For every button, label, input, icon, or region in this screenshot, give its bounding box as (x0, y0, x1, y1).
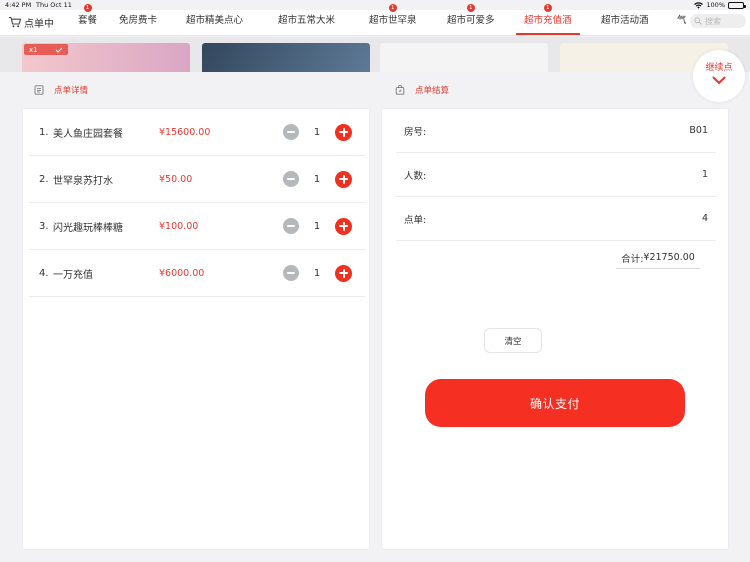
tab-label: 套餐 (78, 15, 98, 26)
item-name: 一万充值 (53, 269, 93, 281)
tab-cart[interactable]: 点单中 (8, 14, 54, 30)
decrease-qty-button[interactable] (283, 218, 299, 234)
item-index: 1. (39, 126, 49, 138)
tab-label: 超市活动酒 (601, 15, 649, 26)
status-right: 100% (694, 1, 746, 9)
clear-order-button[interactable]: 清空 (484, 328, 542, 353)
decrease-qty-button[interactable] (283, 124, 299, 140)
category-tab-bar: 点单中 1 套餐 免房费卡 超市精美点心 超市五常大米 1 超市世罕泉 1 超市可爱多… (0, 4, 750, 36)
search-placeholder: 搜索 (705, 16, 721, 26)
continue-ordering-button[interactable]: 继续点 (693, 50, 745, 102)
order-detail-panel: 1. 美人鱼庄园套餐 ¥15600.00 1 2. 世罕泉苏打水 ¥50.00 … (22, 108, 370, 550)
tab-supermarket-icecream[interactable]: 1 超市可爱多 (447, 4, 495, 35)
order-count-value: 4 (701, 213, 708, 224)
order-count-row: 点单: 4 (396, 197, 716, 241)
item-price: ¥6000.00 (159, 267, 205, 279)
tab-supermarket-rice[interactable]: 超市五常大米 (278, 14, 335, 35)
order-item-row: 1. 美人鱼庄园套餐 ¥15600.00 1 (29, 109, 365, 156)
tab-label: 超市充值酒 (524, 15, 572, 26)
increase-qty-button[interactable] (335, 264, 352, 282)
order-detail-title: 点单详情 (54, 86, 89, 96)
people-count-label: 人数: (404, 170, 427, 182)
increase-qty-button[interactable] (335, 123, 352, 141)
tab-supermarket-promo-wine[interactable]: 超市活动酒 (601, 14, 649, 35)
item-qty: 1 (313, 220, 321, 232)
order-item-row: 2. 世罕泉苏打水 ¥50.00 1 (29, 156, 365, 203)
tab-badge: 1 (388, 4, 397, 12)
item-price: ¥50.00 (159, 173, 193, 185)
item-price: ¥100.00 (159, 220, 199, 232)
tab-cart-label: 点单中 (24, 18, 54, 30)
tab-label: 超市五常大米 (278, 15, 336, 26)
checkout-panel: 房号: B01 人数: 1 点单: 4 合计: ¥21750.00 清空 确认支… (381, 108, 729, 550)
item-price: ¥15600.00 (159, 126, 211, 138)
increase-qty-button[interactable] (335, 217, 352, 235)
item-qty: 1 (313, 267, 321, 279)
room-number-row: 房号: B01 (396, 109, 716, 153)
tab-package[interactable]: 1 套餐 (78, 4, 98, 35)
increase-qty-button[interactable] (335, 170, 352, 188)
people-count-value: 1 (701, 169, 708, 180)
tab-badge: 1 (83, 4, 92, 12)
status-date: Thu Oct 11 (36, 1, 72, 9)
checkout-title: 点单结算 (415, 86, 450, 96)
battery-percent: 100% (706, 1, 725, 9)
confirm-payment-button[interactable]: 确认支付 (425, 379, 685, 427)
total-label: 合计: (621, 253, 644, 265)
search-input[interactable]: 搜索 (690, 14, 746, 28)
status-bar: 4:42 PM Thu Oct 11 100% (0, 0, 750, 10)
order-item-row: 4. 一万充值 ¥6000.00 1 (29, 250, 365, 297)
battery-icon (728, 1, 746, 9)
item-qty: 1 (313, 126, 321, 138)
decrease-qty-button[interactable] (283, 265, 299, 281)
tab-label: 气 (677, 15, 687, 26)
tab-supermarket-recharge-wine[interactable]: 1 超市充值酒 (516, 4, 580, 35)
tab-free-room-card[interactable]: 免房费卡 (119, 14, 157, 35)
list-icon (34, 85, 44, 95)
order-total: 合计: ¥21750.00 (616, 247, 700, 269)
order-detail-header: 点单详情 (34, 84, 88, 96)
item-index: 3. (39, 220, 49, 232)
room-number-label: 房号: (404, 126, 427, 138)
tab-supermarket-spring-water[interactable]: 1 超市世罕泉 (369, 4, 417, 35)
item-index: 4. (39, 267, 49, 279)
chevron-down-icon (712, 76, 726, 84)
tab-badge: 1 (543, 4, 552, 12)
status-time: 4:42 PM (5, 1, 32, 9)
order-count-label: 点单: (404, 214, 427, 226)
cart-icon (9, 16, 22, 28)
qty-tag-label: x1 (29, 45, 38, 54)
product-card[interactable] (202, 43, 370, 72)
tab-label: 免房费卡 (119, 15, 158, 26)
item-index: 2. (39, 173, 49, 185)
check-icon (55, 47, 63, 53)
tab-label: 超市精美点心 (186, 15, 244, 26)
selected-qty-tag: x1 (24, 44, 68, 55)
tab-label: 超市可爱多 (447, 15, 495, 26)
decrease-qty-button[interactable] (283, 171, 299, 187)
continue-ordering-label: 继续点 (705, 63, 733, 73)
tab-supermarket-snacks[interactable]: 超市精美点心 (186, 14, 243, 35)
item-name: 闪光趣玩棒棒糖 (53, 222, 123, 234)
wifi-icon (694, 1, 704, 9)
item-name: 美人鱼庄园套餐 (53, 128, 123, 140)
tab-more[interactable]: 气 (677, 14, 687, 35)
product-grid-background: x1 (0, 37, 750, 72)
item-name: 世罕泉苏打水 (53, 175, 113, 187)
order-item-row: 3. 闪光趣玩棒棒糖 ¥100.00 1 (29, 203, 365, 250)
total-value: ¥21750.00 (643, 252, 695, 263)
tab-label: 超市世罕泉 (369, 15, 417, 26)
product-card[interactable] (380, 43, 548, 72)
people-count-row: 人数: 1 (396, 153, 716, 197)
tab-badge: 1 (466, 4, 475, 12)
search-icon (694, 17, 702, 25)
checkout-header: 点单结算 (395, 84, 449, 96)
bag-icon (395, 85, 405, 95)
item-qty: 1 (313, 173, 321, 185)
room-number-value: B01 (689, 125, 708, 136)
